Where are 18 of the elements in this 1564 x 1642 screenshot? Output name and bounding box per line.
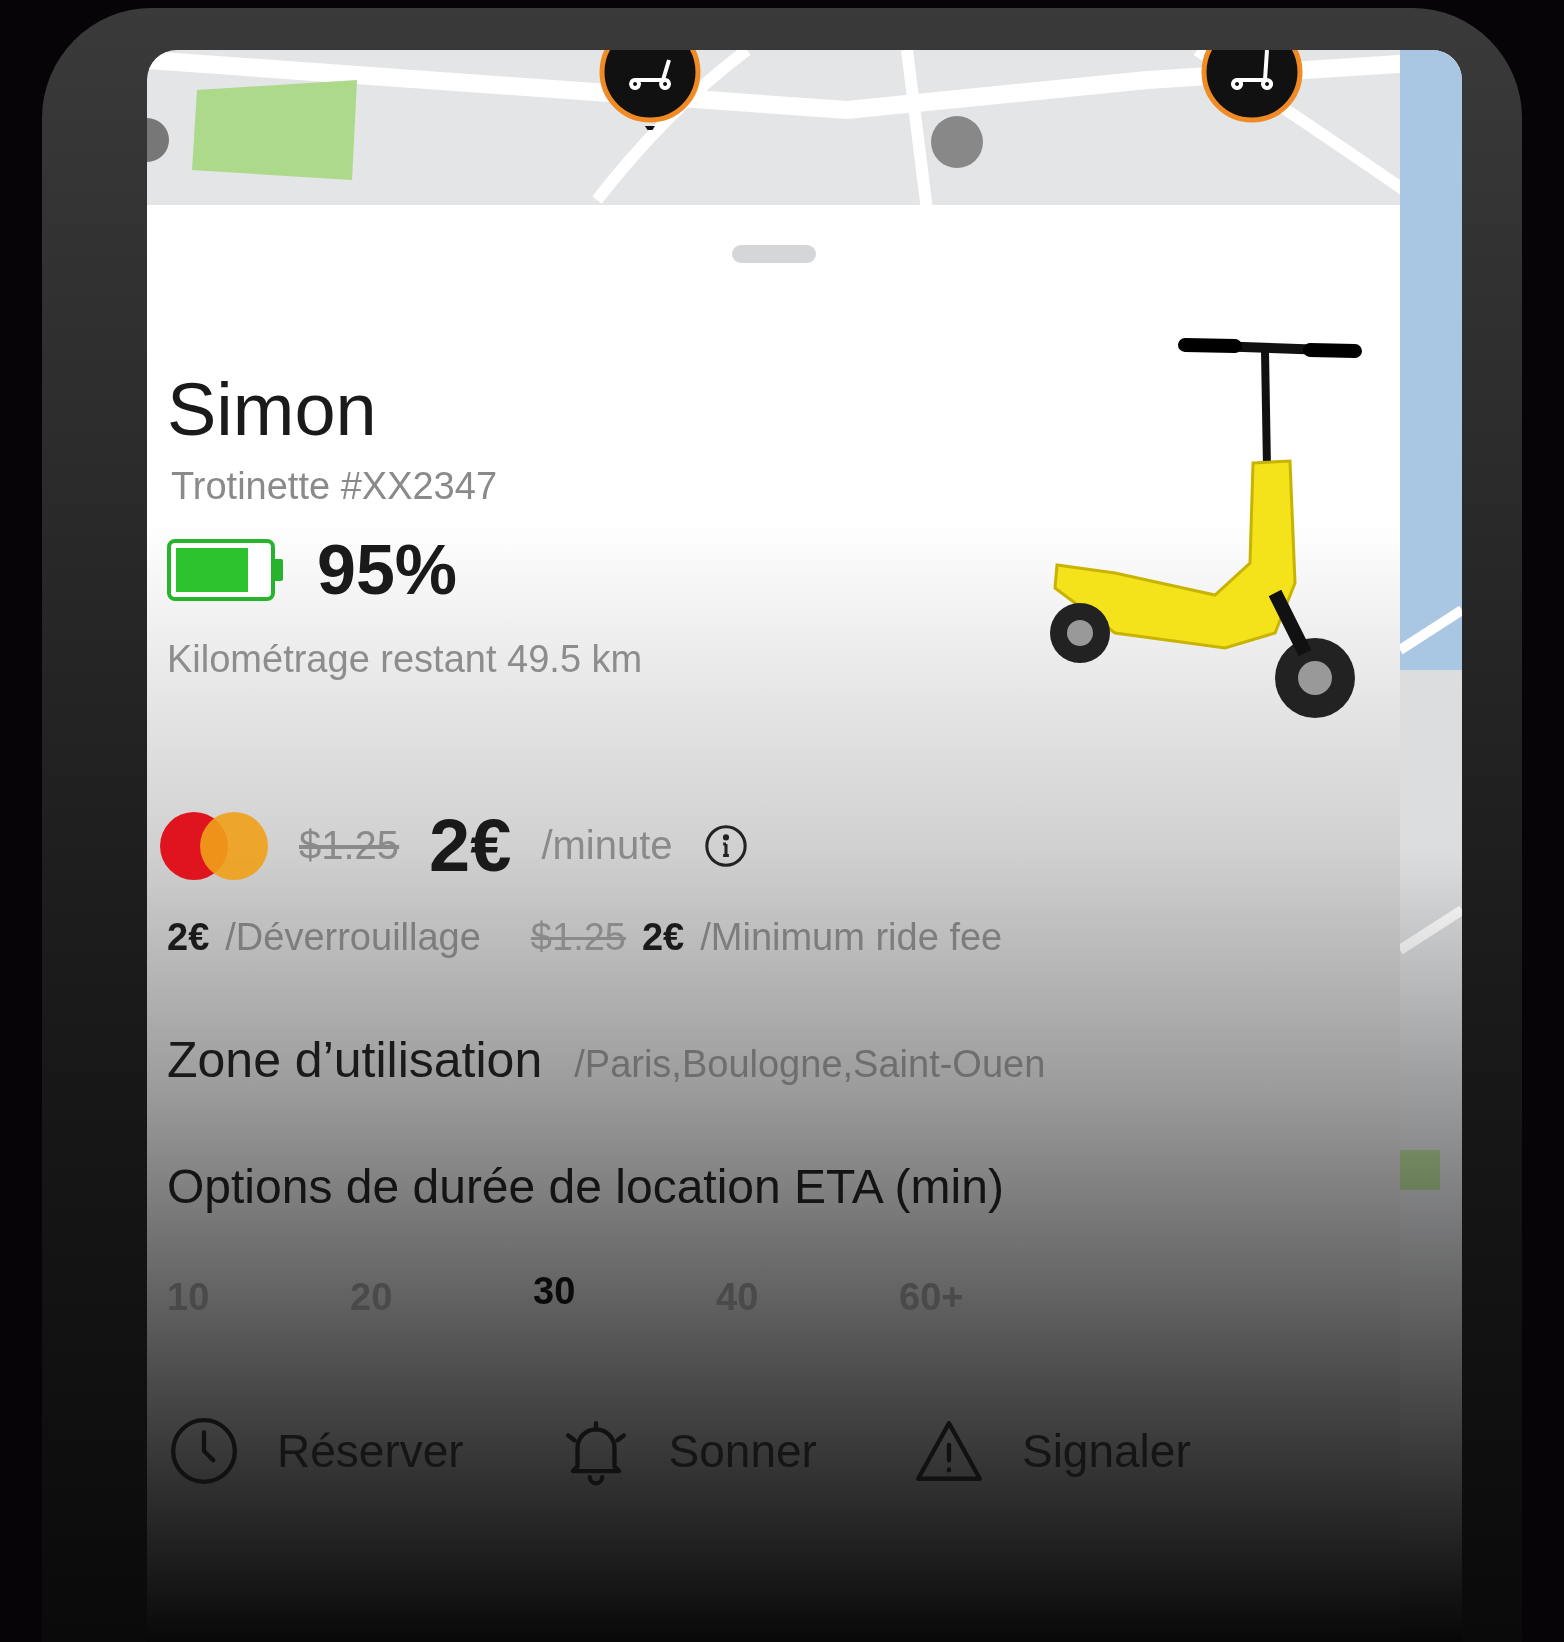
battery-percentage: 95% (317, 530, 458, 610)
scooter-name: Simon (167, 373, 378, 447)
old-price: $1.25 (299, 823, 400, 868)
scooter-id: Trotinette #XX2347 (171, 465, 499, 508)
duration-title: Options de durée de location ETA (min) (167, 1159, 1005, 1214)
battery-icon (167, 539, 285, 601)
payment-card-icon (159, 810, 269, 881)
fee-label: /Déverrouillage (225, 916, 481, 959)
zone-title: Zone d’utilisation (167, 1031, 543, 1089)
fee-label: /Minimum ride fee (700, 916, 1003, 959)
fee-amount: 2€ (167, 916, 210, 959)
price-unit: /minute (541, 823, 673, 868)
duration-option[interactable]: 30 (533, 1270, 716, 1313)
fee-amount: 2€ (641, 916, 685, 959)
remaining-range: Kilométrage restant 49.5 km (167, 638, 643, 681)
info-icon[interactable] (702, 822, 749, 869)
drag-handle[interactable] (731, 245, 816, 263)
price: 2€ (429, 803, 512, 888)
